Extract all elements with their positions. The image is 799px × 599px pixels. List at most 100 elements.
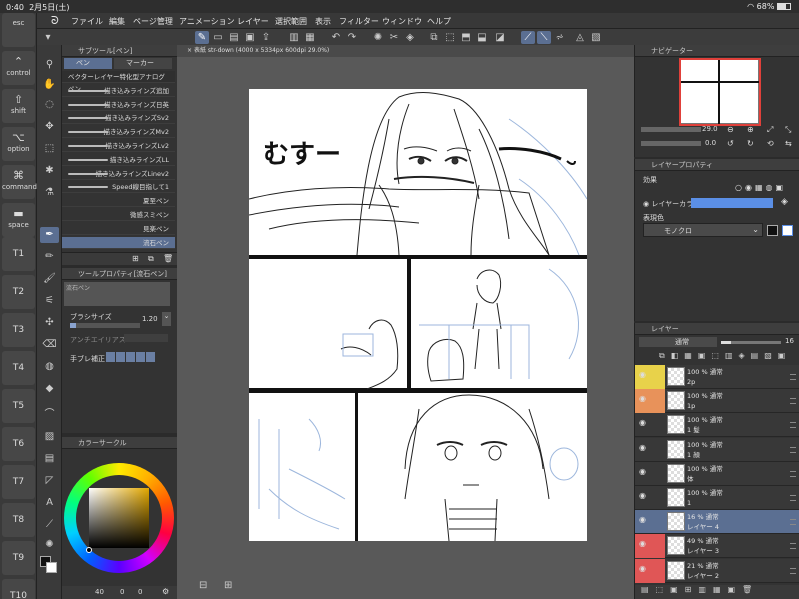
correct-line-tool-icon[interactable]: ⟋ [40, 517, 59, 533]
menu-selection[interactable]: 選択範囲 [275, 16, 307, 27]
pen-mode-button[interactable]: ✎ [195, 31, 209, 44]
edge-key-t9[interactable]: T9 [2, 541, 35, 575]
rotate-left-icon[interactable]: ↺ [727, 139, 734, 148]
menu-file[interactable]: ファイル [71, 16, 103, 27]
eraser-tool-icon[interactable]: ⌫ [40, 337, 59, 353]
gradient-tool-icon[interactable]: ▨ [40, 429, 59, 445]
edge-key-esc[interactable]: esc [2, 13, 35, 47]
balloon-tool-icon[interactable]: ◸ [40, 473, 59, 489]
select-all-icon[interactable]: ⬒ [459, 31, 473, 44]
expression-select[interactable]: モノクロ ⌄ [643, 223, 763, 237]
layer-row[interactable]: ◉ 21 % 通常 レイヤー 2 [635, 558, 799, 583]
brush-item[interactable]: 描き込みラインズMv2 [62, 126, 175, 139]
reset-rotation-icon[interactable]: ⟲ [767, 139, 774, 148]
blend-mode-select[interactable]: 通常 [639, 337, 717, 347]
eye-icon[interactable]: ◉ [637, 515, 648, 528]
tab-pen[interactable]: ペン [64, 58, 112, 69]
brush-item[interactable]: 描き込みラインズLinev2 [62, 168, 175, 180]
antialias-control[interactable] [124, 334, 168, 342]
color-picker-handle[interactable] [86, 547, 92, 553]
layer-footer-toolbar[interactable]: ▤⬚▣⊞▥▦▣🗑 [635, 585, 799, 599]
redo-icon[interactable]: ↷ [345, 31, 359, 44]
copy-subtool-icon[interactable]: ⧉ [148, 254, 154, 264]
menu-filter[interactable]: フィルター [339, 16, 379, 27]
deselect-icon[interactable]: ⬓ [475, 31, 489, 44]
invert-icon[interactable]: ◪ [493, 31, 507, 44]
edge-key-space[interactable]: ▬ space [2, 203, 35, 237]
clear-icon[interactable]: ✺ [371, 31, 385, 44]
zoom-out-icon[interactable]: ⊖ [727, 125, 734, 134]
saturation-value-square[interactable] [89, 488, 149, 548]
edge-key-control[interactable]: ⌃ control [2, 51, 35, 85]
clip-studio-logo-icon[interactable]: ᘐ [51, 14, 59, 28]
brush-item[interactable]: ベクターレイヤー特化型アナログペン [62, 71, 175, 93]
edge-key-t4[interactable]: T4 [2, 351, 35, 385]
edge-key-t10[interactable]: T10 [2, 579, 35, 599]
export-icon[interactable]: ⇪ [259, 31, 273, 44]
layer-row[interactable]: ◉ 100 % 通常 1 髪 [635, 413, 799, 438]
transform-icon[interactable]: ⧉ [427, 31, 441, 44]
edge-key-t6[interactable]: T6 [2, 427, 35, 461]
brush-size-stepper[interactable]: ⌄ [162, 312, 171, 326]
airbrush-tool-icon[interactable]: ⚟ [40, 293, 59, 309]
menu-page[interactable]: ページ管理 [133, 16, 173, 27]
layer-icon[interactable]: ▥ [287, 31, 301, 44]
folder-icon[interactable]: ▦ [303, 31, 317, 44]
manga-page[interactable]: むすー [248, 89, 588, 542]
effect-icons[interactable]: ○◉▦◍▣ [735, 183, 786, 192]
magic-wand-icon[interactable]: ✱ [40, 163, 59, 179]
menu-window[interactable]: ウィンドウ [382, 16, 422, 27]
flip-icon[interactable]: ⇆ [785, 139, 792, 148]
layer-toolbar[interactable]: ⧉◧▦▣⬚▥◈▤▧▣ [635, 351, 799, 363]
color-settings-icon[interactable]: ⚙ [162, 587, 169, 596]
layer-row[interactable]: ◉ 16 % 通常 レイヤー 4 [635, 510, 799, 535]
brush-item[interactable]: 夏至ペン [62, 195, 175, 208]
menu-layer[interactable]: レイヤー [237, 16, 269, 27]
navigator-angle-slider[interactable] [641, 141, 701, 146]
drag-handle-icon[interactable] [790, 422, 796, 429]
brush-item[interactable]: 流石ペン [62, 236, 175, 249]
brush-item[interactable]: 描き込みラインズ日英 [62, 99, 175, 111]
drag-handle-icon[interactable] [790, 495, 796, 501]
brush-item[interactable]: 微感スミペン [62, 209, 175, 221]
new-file-icon[interactable]: ▭ [211, 31, 225, 44]
edge-key-option[interactable]: ⌥ option [2, 127, 35, 161]
layer-row[interactable]: ◉ 49 % 通常 レイヤー 3 [635, 534, 799, 559]
navigator-preview[interactable] [679, 58, 761, 126]
sub-color-swatch[interactable] [46, 562, 57, 573]
edge-key-t7[interactable]: T7 [2, 465, 35, 499]
blend-tool-icon[interactable]: ◍ [40, 359, 59, 375]
brush-item[interactable]: 描き込みラインズLL [62, 154, 175, 166]
delete-subtool-icon[interactable]: 🗑 [163, 254, 173, 263]
layer-lock-toggle[interactable] [653, 394, 664, 407]
quick-access-icon[interactable]: ▾ [41, 31, 55, 44]
edge-key-shift[interactable]: ⇧ shift [2, 89, 35, 123]
rotate-right-icon[interactable]: ↻ [747, 139, 754, 148]
mortarboard-icon[interactable]: ◬ [573, 31, 587, 44]
companion-icon[interactable]: ▧ [589, 31, 603, 44]
layer-lock-toggle[interactable] [653, 467, 664, 480]
selection-tool-icon[interactable]: ⬚ [40, 141, 59, 157]
text-tool-icon[interactable]: A [40, 495, 59, 511]
eye-icon[interactable]: ◉ [637, 418, 648, 431]
add-subtool-icon[interactable]: ⊞ [132, 254, 139, 263]
eye-icon[interactable]: ◉ [637, 467, 648, 480]
edge-key-t3[interactable]: T3 [2, 313, 35, 347]
save-icon[interactable]: ▣ [243, 31, 257, 44]
expression-black-swatch[interactable] [767, 225, 778, 236]
fit-view-icon[interactable]: ⤢ [767, 125, 773, 135]
layer-row[interactable]: ◉ 100 % 通常 1 [635, 486, 799, 510]
layer-lock-toggle[interactable] [653, 443, 664, 456]
eye-icon[interactable]: ◉ [637, 394, 648, 407]
layer-opacity-slider[interactable] [721, 341, 781, 344]
open-file-icon[interactable]: ▤ [227, 31, 241, 44]
zoom-tool-icon[interactable]: ⚲ [40, 57, 59, 73]
eyedropper-icon[interactable]: ⚗ [40, 185, 59, 201]
drag-handle-icon[interactable] [790, 543, 796, 550]
layer-row[interactable]: ◉ 100 % 通常 2p [635, 365, 799, 389]
edge-key-t8[interactable]: T8 [2, 503, 35, 537]
move-tool-icon[interactable]: ✥ [40, 119, 59, 135]
drag-handle-icon[interactable] [790, 374, 796, 380]
eye-icon[interactable]: ◉ [637, 539, 648, 552]
decoration-tool-icon[interactable]: ✣ [40, 315, 59, 331]
